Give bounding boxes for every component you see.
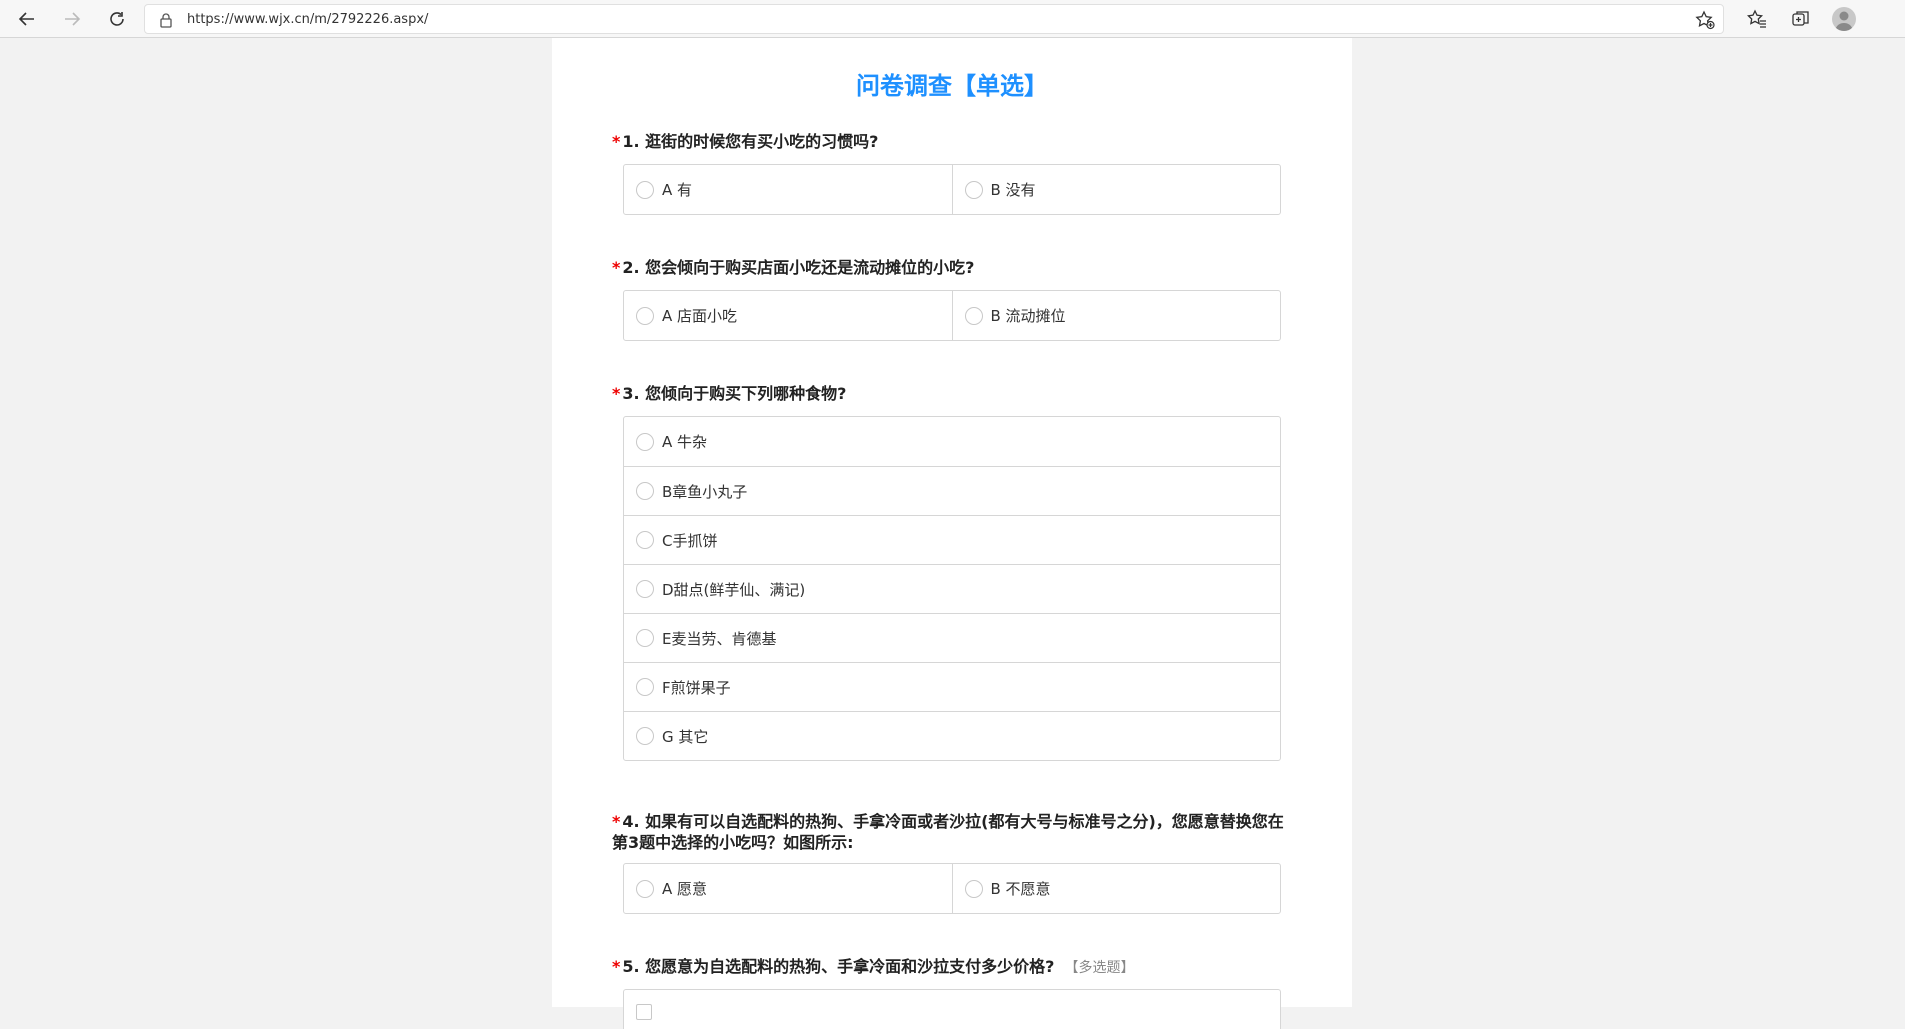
refresh-icon (110, 12, 124, 26)
question-4-title: * 4. 如果有可以自选配料的热狗、手拿冷面或者沙拉(都有大号与标准号之分)，您愿… (612, 812, 1284, 852)
question-5-title: * 5. 您愿意为自选配料的热狗、手拿冷面和沙拉支付多少价格? 【多选题】 (612, 957, 1135, 976)
question-3-title: * 3. 您倾向于购买下列哪种食物? (612, 384, 847, 403)
radio-button[interactable] (636, 879, 654, 898)
checkbox[interactable] (636, 1004, 652, 1020)
q3-option-f[interactable]: F煎饼果子 (624, 662, 1280, 711)
required-mark: * (612, 812, 621, 831)
radio-button[interactable] (636, 727, 654, 745)
add-favorite-icon[interactable] (1695, 10, 1715, 34)
question-4-options: A 愿意 B 不愿意 (623, 863, 1281, 914)
required-mark: * (612, 384, 621, 403)
back-arrow-icon (18, 12, 34, 26)
q3-option-d[interactable]: D甜点(鲜芋仙、满记) (624, 564, 1280, 613)
question-3-options: A 牛杂 B章鱼小丸子 C手抓饼 D甜点(鲜芋仙、满记) E麦当劳、肯德基 F煎… (623, 416, 1281, 761)
radio-button[interactable] (964, 180, 983, 199)
required-mark: * (612, 132, 621, 151)
lock-icon (159, 12, 173, 32)
radio-button[interactable] (636, 432, 654, 451)
refresh-button[interactable] (103, 5, 131, 33)
q1-option-b[interactable]: B 没有 (951, 165, 1281, 214)
q1-option-a[interactable]: A 有 (624, 165, 952, 214)
question-2-title: * 2. 您会倾向于购买店面小吃还是流动摊位的小吃? (612, 258, 975, 277)
required-mark: * (612, 957, 621, 976)
browser-toolbar: https://www.wjx.cn/m/2792226.aspx/ (0, 0, 1905, 38)
question-2-options: A 店面小吃 B 流动摊位 (623, 290, 1281, 341)
q3-option-c[interactable]: C手抓饼 (624, 515, 1280, 564)
q3-option-g[interactable]: G 其它 (624, 711, 1280, 760)
radio-button[interactable] (636, 306, 654, 325)
address-bar[interactable]: https://www.wjx.cn/m/2792226.aspx/ (144, 4, 1724, 34)
radio-button[interactable] (636, 531, 654, 549)
radio-button[interactable] (636, 580, 654, 598)
forward-arrow-icon (65, 12, 81, 26)
collections-icon (1792, 11, 1809, 26)
forward-button[interactable] (58, 5, 86, 33)
required-mark: * (612, 258, 621, 277)
favorites-icon (1747, 9, 1766, 28)
q3-option-b[interactable]: B章鱼小丸子 (624, 466, 1280, 515)
collections-button[interactable] (1787, 5, 1815, 33)
question-1-options: A 有 B 没有 (623, 164, 1281, 215)
question-5-options (623, 989, 1281, 1029)
favorites-button[interactable] (1743, 5, 1771, 33)
q4-option-a[interactable]: A 愿意 (624, 864, 952, 913)
q2-option-b[interactable]: B 流动摊位 (951, 291, 1281, 340)
q2-option-a[interactable]: A 店面小吃 (624, 291, 952, 340)
radio-button[interactable] (636, 629, 654, 647)
q4-option-b[interactable]: B 不愿意 (951, 864, 1281, 913)
survey-title: 问卷调查【单选】 (856, 72, 1048, 100)
url-text: https://www.wjx.cn/m/2792226.aspx/ (187, 12, 429, 27)
back-button[interactable] (13, 5, 41, 33)
question-1-title: * 1. 逛街的时候您有买小吃的习惯吗? (612, 132, 879, 151)
radio-button[interactable] (964, 879, 983, 898)
user-icon (1835, 11, 1853, 31)
radio-button[interactable] (636, 678, 654, 696)
profile-avatar[interactable] (1832, 7, 1856, 31)
survey-page: 问卷调查【单选】 * 1. 逛街的时候您有买小吃的习惯吗? A 有 B 没有 * 2… (552, 38, 1352, 1029)
radio-button[interactable] (636, 482, 654, 500)
radio-button[interactable] (636, 180, 654, 199)
multi-select-tag: 【多选题】 (1064, 960, 1135, 976)
radio-button[interactable] (964, 306, 983, 325)
q3-option-a[interactable]: A 牛杂 (624, 417, 1280, 466)
q3-option-e[interactable]: E麦当劳、肯德基 (624, 613, 1280, 662)
